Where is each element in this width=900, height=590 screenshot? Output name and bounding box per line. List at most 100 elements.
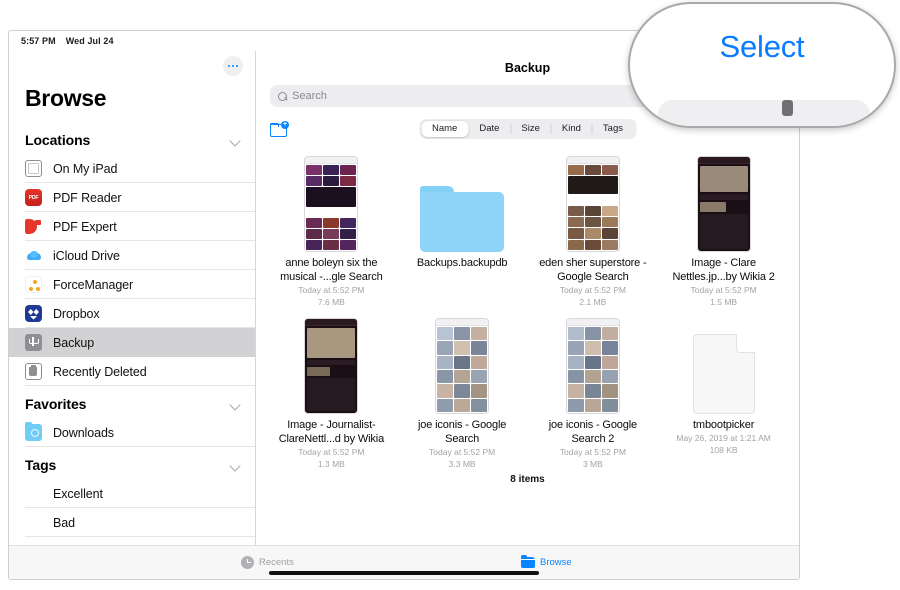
sidebar-item-pdf-expert[interactable]: PDF Expert	[9, 212, 255, 241]
tab-label: Browse	[540, 557, 572, 568]
page-title: Browse	[9, 81, 255, 122]
dot-icon	[228, 65, 231, 68]
sidebar-item-label: Bad	[53, 516, 75, 530]
file-date: Today at 5:52 PM	[298, 447, 364, 458]
sidebar-item-forcemanager[interactable]: ForceManager	[9, 270, 255, 299]
magnified-sheet-background	[658, 100, 870, 128]
sidebar-item-label: Dropbox	[53, 307, 100, 321]
dot-icon	[236, 65, 239, 68]
sort-segment-tags[interactable]: Tags	[592, 121, 634, 137]
file-thumbnail	[566, 314, 620, 414]
file-size: 3 MB	[583, 459, 603, 470]
file-thumbnail	[304, 314, 358, 414]
file-size: 108 KB	[710, 445, 738, 456]
sidebar: Browse Locations On My iPad PDF PDF Read…	[9, 51, 256, 545]
sidebar-item-label: iCloud Drive	[53, 249, 120, 263]
section-title: Locations	[25, 132, 90, 148]
sidebar-item-label: PDF Reader	[53, 191, 121, 205]
tab-recents[interactable]: Recents	[241, 556, 294, 569]
file-item[interactable]: Image - Journalist-ClareNettl...d by Wik…	[266, 314, 397, 470]
chevron-down-icon[interactable]	[230, 399, 241, 410]
pdf-reader-icon: PDF	[25, 189, 42, 206]
file-item[interactable]: eden sher superstore - Google Search Tod…	[528, 152, 659, 308]
file-size: 3.3 MB	[449, 459, 476, 470]
sidebar-item-recently-deleted[interactable]: Recently Deleted	[9, 357, 255, 386]
file-name: joe iconis - Google Search	[403, 418, 521, 446]
sidebar-item-label: ForceManager	[53, 278, 133, 292]
file-date: Today at 5:52 PM	[298, 285, 364, 296]
sidebar-item-backup[interactable]: Backup	[9, 328, 255, 357]
sidebar-item-label: Downloads	[53, 426, 114, 440]
sort-segment-name[interactable]: Name	[421, 121, 468, 137]
file-item[interactable]: anne boleyn six the musical -...gle Sear…	[266, 152, 397, 308]
pdf-expert-icon	[25, 218, 42, 235]
section-title: Favorites	[25, 396, 86, 412]
folder-icon	[521, 557, 535, 568]
file-size: 7.6 MB	[318, 297, 345, 308]
chevron-down-icon[interactable]	[230, 135, 241, 146]
section-header-favorites[interactable]: Favorites	[9, 386, 255, 418]
screenshot-thumbnail-icon	[566, 156, 620, 252]
downloads-folder-icon	[25, 424, 42, 441]
file-name: joe iconis - Google Search 2	[534, 418, 652, 446]
sort-segment-kind[interactable]: Kind	[551, 121, 592, 137]
magnified-cursor-nub	[782, 100, 793, 116]
sort-segmented-control[interactable]: Name Date Size Kind Tags	[419, 119, 636, 139]
new-folder-icon[interactable]: +	[270, 121, 289, 137]
magnifier-callout: Select	[628, 2, 896, 128]
status-date: Wed Jul 24	[66, 36, 114, 46]
sidebar-item-pdf-reader[interactable]: PDF PDF Reader	[9, 183, 255, 212]
sidebar-item-tag-excellent[interactable]: Excellent	[9, 479, 255, 508]
folder-icon	[420, 186, 504, 252]
sidebar-item-dropbox[interactable]: Dropbox	[9, 299, 255, 328]
file-thumbnail	[304, 152, 358, 252]
sort-segment-size[interactable]: Size	[510, 121, 550, 137]
screenshot-thumbnail-icon	[304, 156, 358, 252]
file-item[interactable]: tmbootpicker May 26, 2019 at 1:21 AM 108…	[658, 314, 789, 470]
file-thumbnail	[420, 152, 504, 252]
file-item[interactable]: joe iconis - Google Search Today at 5:52…	[397, 314, 528, 470]
file-date: May 26, 2019 at 1:21 AM	[676, 433, 771, 444]
file-name: Image - Clare Nettles.jp...by Wikia 2	[665, 256, 783, 284]
file-grid: anne boleyn six the musical -...gle Sear…	[266, 152, 789, 470]
forcemanager-icon	[25, 276, 42, 293]
search-placeholder: Search	[292, 90, 327, 102]
file-name: anne boleyn six the musical -...gle Sear…	[272, 256, 390, 284]
dropbox-icon	[25, 305, 42, 322]
screenshot-thumbnail-icon	[566, 318, 620, 414]
section-header-locations[interactable]: Locations	[9, 122, 255, 154]
file-size: 1.3 MB	[318, 459, 345, 470]
section-header-tags[interactable]: Tags	[9, 447, 255, 479]
sort-segment-date[interactable]: Date	[468, 121, 510, 137]
status-time: 5:57 PM	[21, 36, 56, 46]
file-item[interactable]: Backups.backupdb	[397, 152, 528, 308]
file-date: Today at 5:52 PM	[560, 447, 626, 458]
sidebar-item-label: Backup	[53, 336, 94, 350]
file-size: 1.5 MB	[710, 297, 737, 308]
file-item[interactable]: joe iconis - Google Search 2 Today at 5:…	[528, 314, 659, 470]
sidebar-item-on-my-ipad[interactable]: On My iPad	[9, 154, 255, 183]
usb-drive-icon	[25, 334, 42, 351]
sidebar-item-tag-bad[interactable]: Bad	[9, 508, 255, 537]
file-thumbnail	[435, 314, 489, 414]
item-count: 8 items	[266, 470, 789, 493]
home-indicator[interactable]	[269, 571, 539, 575]
sidebar-item-downloads[interactable]: Downloads	[9, 418, 255, 447]
more-options-button[interactable]	[223, 56, 243, 76]
select-button[interactable]: Select	[630, 29, 894, 65]
sidebar-item-icloud-drive[interactable]: iCloud Drive	[9, 241, 255, 270]
screenshot-root: 5:57 PM Wed Jul 24 Browse Locations	[0, 0, 900, 590]
file-name: Backups.backupdb	[417, 256, 508, 270]
file-item[interactable]: Image - Clare Nettles.jp...by Wikia 2 To…	[658, 152, 789, 308]
file-date: Today at 5:52 PM	[429, 447, 495, 458]
ipad-icon	[25, 160, 42, 177]
screenshot-thumbnail-icon	[304, 318, 358, 414]
clock-icon	[241, 556, 254, 569]
file-date: Today at 5:52 PM	[691, 285, 757, 296]
file-name: tmbootpicker	[693, 418, 754, 432]
sidebar-item-label: On My iPad	[53, 162, 117, 176]
file-name: eden sher superstore - Google Search	[534, 256, 652, 284]
plus-badge-icon: +	[281, 121, 289, 129]
tab-browse[interactable]: Browse	[521, 557, 572, 568]
chevron-down-icon[interactable]	[230, 460, 241, 471]
